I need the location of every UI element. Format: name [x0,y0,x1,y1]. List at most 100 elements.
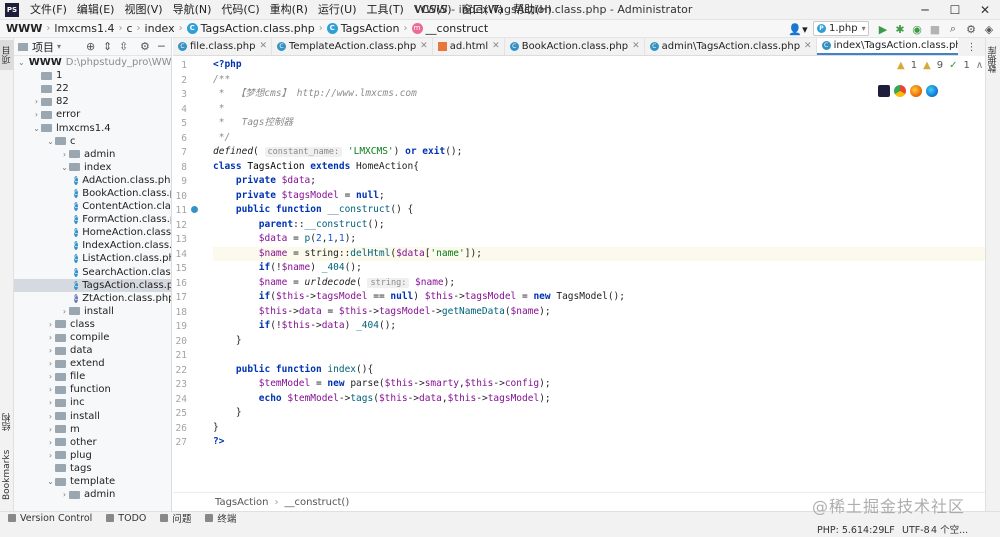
chevron-down-icon[interactable]: ⌄ [32,122,41,135]
menu-item[interactable]: 视图(V) [119,0,167,20]
code-line[interactable]: public function __construct() { [213,203,985,218]
chevron-right-icon[interactable]: › [46,396,55,409]
editor-tab[interactable]: Cadmin\TagsAction.class.php ✕ [645,38,817,55]
tree-item[interactable]: › m [14,423,171,436]
code-line[interactable]: } [213,421,985,436]
chevron-down-icon[interactable]: ⌄ [46,475,55,488]
edge-icon[interactable] [926,85,938,97]
tree-item[interactable]: › admin [14,148,171,161]
editor-tab[interactable]: C TemplateAction.class.php ✕ [272,38,433,55]
code-line[interactable]: } [213,334,985,349]
tool-tab-bookmarks[interactable]: Bookmarks [0,446,14,504]
file-encoding[interactable]: UTF-8 [902,524,930,537]
collapse-all-icon[interactable]: ⇕ [103,40,112,53]
chevron-right-icon[interactable]: › [46,370,55,383]
tree-item[interactable]: C ZtAction.class.php [14,292,171,305]
chevron-right-icon[interactable]: › [32,108,41,121]
tool-window-button[interactable]: 终端 [205,511,236,525]
tree-item[interactable]: › class [14,318,171,331]
chevron-right-icon[interactable]: › [46,436,55,449]
code-line[interactable]: $temModel = new parse($this->smarty,$thi… [213,377,985,392]
tree-item[interactable]: ⌄ c [14,135,171,148]
editor-tab[interactable]: ad.html ✕ [433,38,505,55]
gear-icon[interactable]: ⚙ [140,40,150,53]
tree-item[interactable]: CTagsAction.class.php [14,278,171,292]
chevron-right-icon[interactable]: › [46,344,55,357]
code-line[interactable]: */ [213,131,985,146]
menu-item[interactable]: 代码(C) [216,0,264,20]
tree-item[interactable]: › file [14,370,171,383]
tree-item[interactable]: › install [14,410,171,423]
indent-setting[interactable]: 4 个空... [931,524,968,537]
locate-icon[interactable]: ⊕ [86,40,95,53]
code-line[interactable]: echo $temModel->tags($this->data,$this->… [213,392,985,407]
tree-item[interactable]: ⌄ lmxcms1.4 [14,121,171,135]
chevron-down-icon[interactable]: ⌄ [18,56,25,69]
override-gutter-icon[interactable] [191,206,198,213]
tree-item[interactable]: ⌄ WWW D:\phpstudy_pro\WWW [14,56,171,69]
search-icon[interactable]: ⌕ [946,20,960,38]
tree-item[interactable]: › other [14,436,171,449]
chevron-right-icon[interactable]: › [32,95,41,108]
editor-breadcrumb-item[interactable]: TagsAction [215,497,268,508]
menu-item[interactable]: 导航(N) [168,0,217,20]
chevron-right-icon[interactable]: › [46,318,55,331]
ide-logo-icon[interactable]: ◈ [982,20,996,38]
breadcrumb-item[interactable]: C TagsAction.class.php [186,22,315,35]
code-line[interactable]: defined( constant_name: 'LMXCMS') or exi… [213,145,985,160]
tree-item[interactable]: › install [14,305,171,318]
php-version[interactable]: PHP: 5.6 [817,524,857,537]
code-line[interactable]: $this->data = $this->tagsModel->getNameD… [213,305,985,320]
chevron-down-icon[interactable]: ⌄ [46,135,55,148]
breadcrumb-item[interactable]: WWW [6,22,42,35]
breadcrumb-item[interactable]: m __construct [411,22,488,35]
menu-item[interactable]: 编辑(E) [72,0,120,20]
breadcrumb-item[interactable]: c [126,22,132,35]
expand-all-icon[interactable]: ⇳ [119,40,128,53]
chevron-right-icon[interactable]: › [46,383,55,396]
close-tab-icon[interactable]: ✕ [492,41,500,51]
chevron-down-icon[interactable]: ⌄ [60,161,69,174]
close-window-button[interactable]: ✕ [970,0,1000,20]
tree-item[interactable]: › error [14,108,171,121]
tree-item[interactable]: ⌄ template [14,475,171,488]
code-line[interactable]: if($this->tagsModel == null) $this->tags… [213,290,985,305]
code-line[interactable]: if(!$name) _404(); [213,261,985,276]
maximize-button[interactable]: ☐ [940,0,970,20]
more-tabs-icon[interactable]: ⋮ [958,38,985,56]
code-line[interactable]: private $data; [213,174,985,189]
code-line[interactable]: $name = urldecode( string: $name); [213,276,985,291]
menu-item[interactable]: 运行(U) [313,0,362,20]
breadcrumb-item[interactable]: lmxcms1.4 [54,22,114,35]
chevron-down-icon[interactable]: ∨ [989,60,996,71]
tree-item[interactable]: CSearchAction.class.php [14,266,171,279]
hide-icon[interactable]: ─ [158,40,165,53]
chevron-right-icon[interactable]: › [60,148,69,161]
tree-item[interactable]: C AdAction.class.php [14,174,171,187]
tree-item[interactable]: › admin [14,488,171,501]
chevron-right-icon[interactable]: › [46,331,55,344]
code-line[interactable]: /** [213,73,985,88]
code-line[interactable]: * Tags控制器 [213,116,985,131]
chevron-right-icon[interactable]: › [46,449,55,462]
stop-icon[interactable]: ■ [928,20,942,38]
close-tab-icon[interactable]: ✕ [259,41,267,51]
settings-icon[interactable]: ⚙ [964,20,978,38]
firefox-icon[interactable] [910,85,922,97]
menu-item[interactable]: 文件(F) [25,0,72,20]
tree-item[interactable]: 1 [14,69,171,82]
close-tab-icon[interactable]: ✕ [632,41,640,51]
code-editor[interactable]: 1 2 3 4 5 6 7 8 9 10 11 12 13 14 15 16 17 18 19 20 21 22 23 24 2… [173,56,985,492]
code-line[interactable]: parent::__construct(); [213,218,985,233]
run-config-select[interactable]: P 1.php ▾ [813,21,869,36]
code-line[interactable]: $data = p(2,1,1); [213,232,985,247]
tree-item[interactable]: › 82 [14,95,171,108]
breadcrumb-item[interactable]: index [145,22,175,35]
tool-tab-structure[interactable]: 结构 [0,408,14,436]
chevron-right-icon[interactable]: › [60,488,69,501]
tool-tab-project[interactable]: 项目 [0,40,14,70]
phpstorm-browser-icon[interactable] [878,85,890,97]
editor-tab[interactable]: C BookAction.class.php ✕ [505,38,645,55]
code-line[interactable]: $name = string::delHtml($data['name']); [213,246,985,261]
coverage-icon[interactable]: ◉ [910,20,924,38]
